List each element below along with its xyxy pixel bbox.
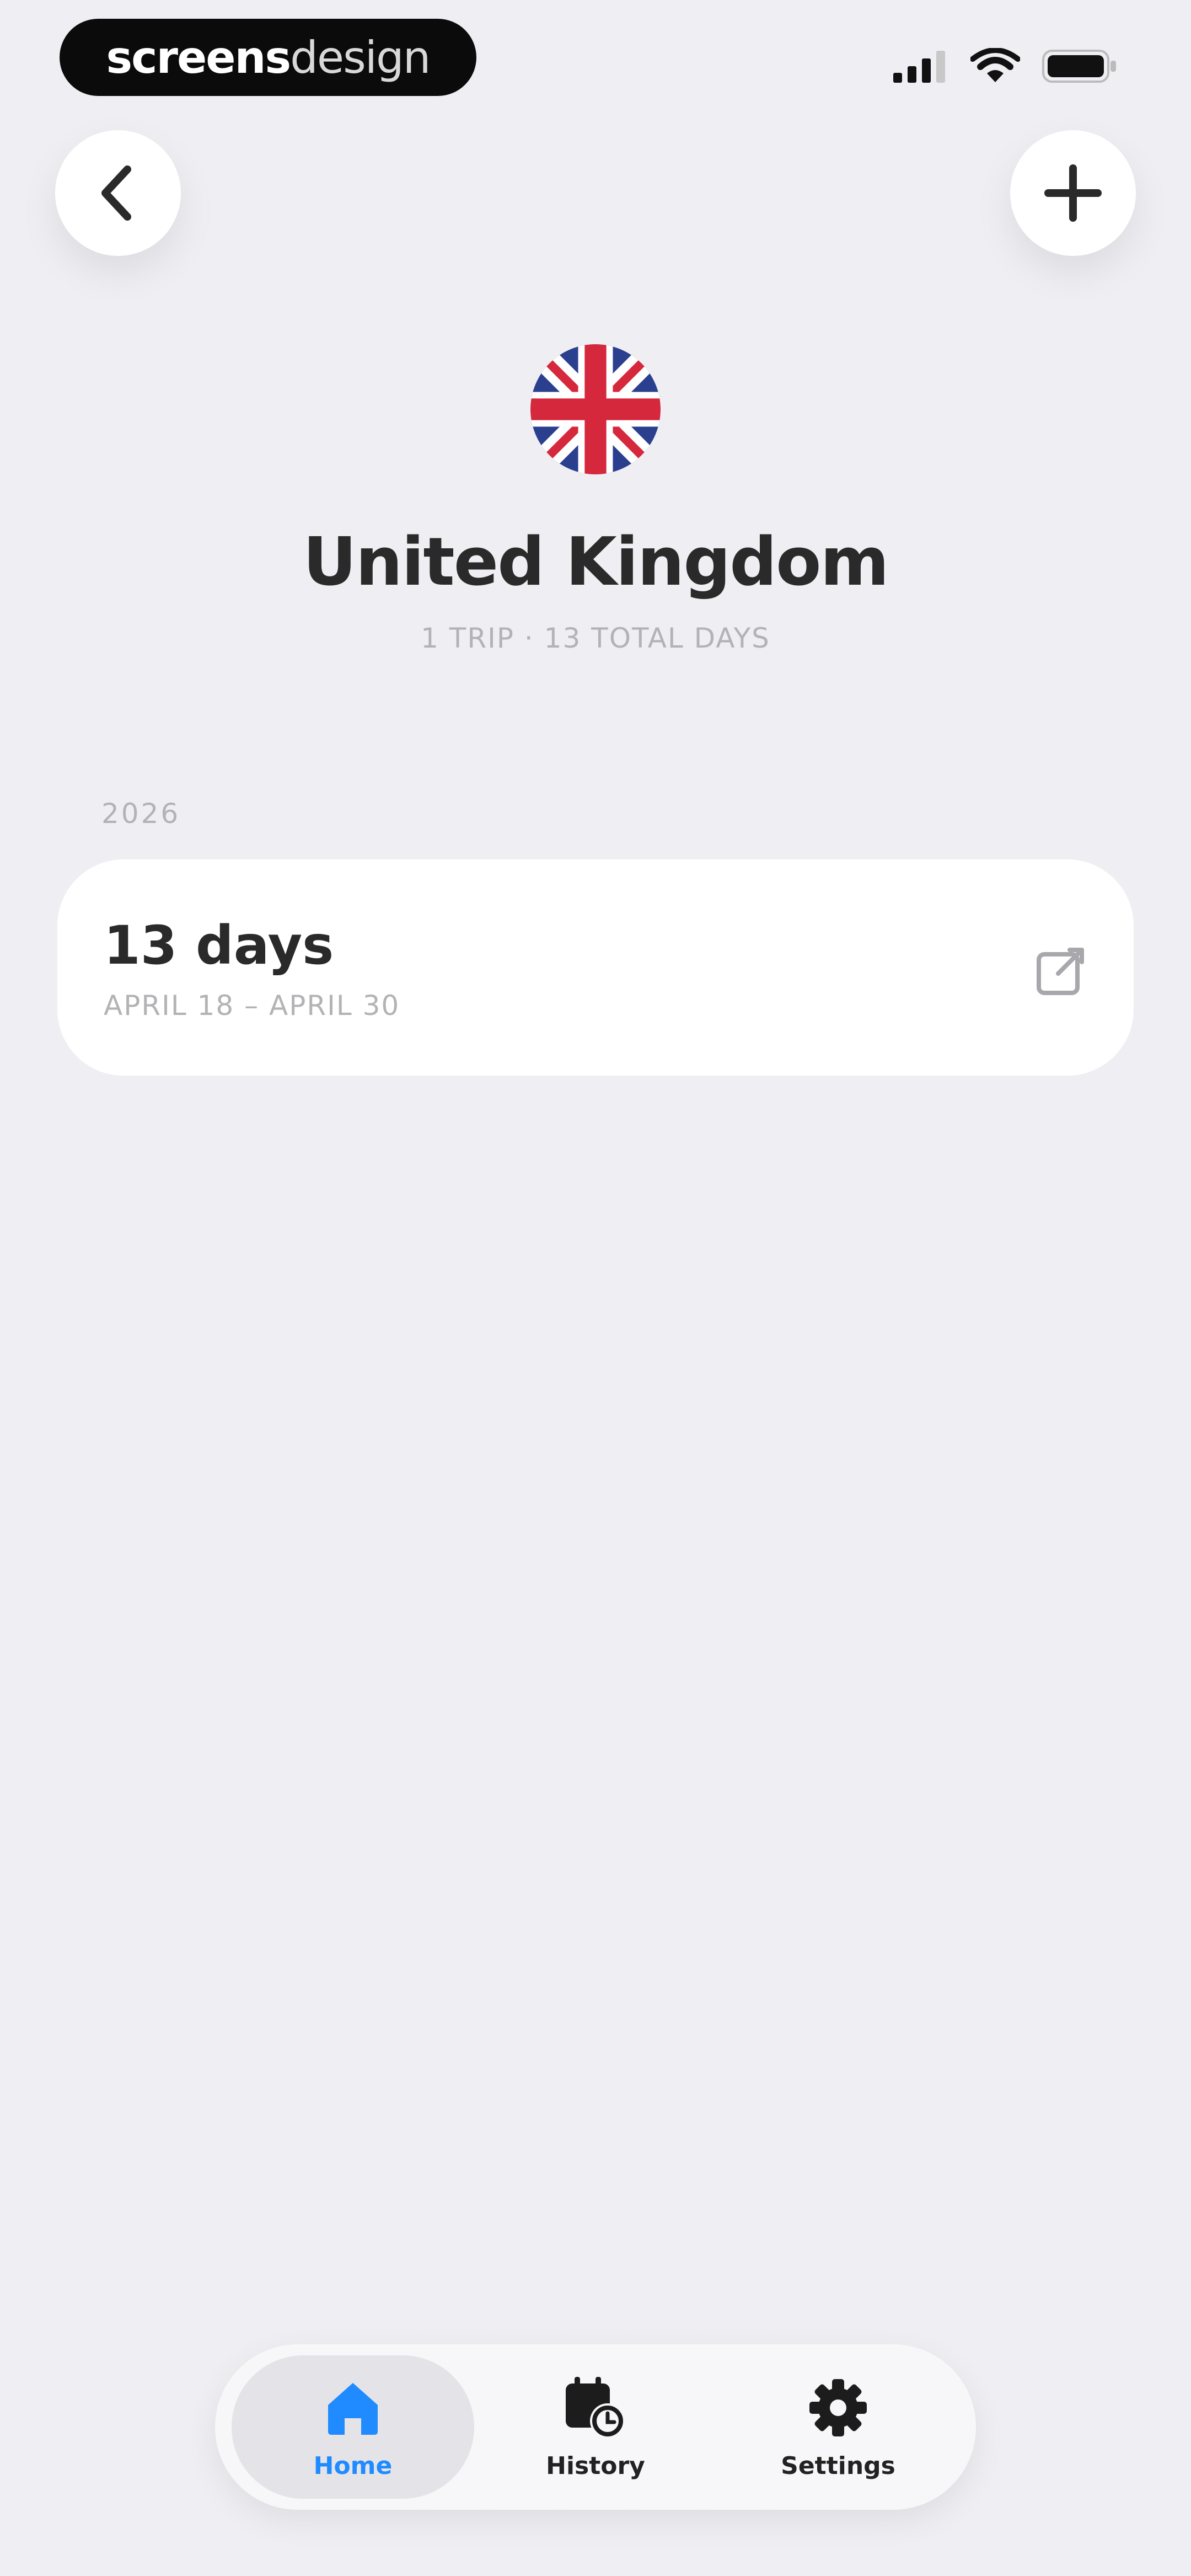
tab-home-label: Home — [313, 2451, 393, 2480]
trip-date-range: APRIL 18 – APRIL 30 — [104, 990, 400, 1022]
cellular-signal-icon — [893, 51, 945, 83]
add-trip-button[interactable] — [1010, 130, 1136, 256]
country-summary: 1 TRIP · 13 TOTAL DAYS — [421, 622, 770, 654]
trip-country-screen: screens design United Kingdom 1 TRIP · 1… — [0, 0, 1191, 2576]
battery-icon — [1042, 50, 1116, 83]
uk-flag-icon — [530, 344, 661, 474]
back-button[interactable] — [55, 130, 181, 256]
tab-history-label: History — [546, 2451, 645, 2480]
wifi-icon — [970, 48, 1020, 82]
trip-duration: 13 days — [104, 915, 334, 976]
trip-card[interactable]: 13 days APRIL 18 – APRIL 30 — [57, 859, 1134, 1076]
chevron-left-icon — [101, 165, 131, 221]
year-section-label: 2026 — [101, 798, 181, 830]
tab-bar: Home History Settings — [215, 2344, 976, 2510]
tab-history[interactable]: History — [474, 2355, 717, 2499]
home-icon — [328, 2382, 378, 2435]
calendar-clock-icon — [566, 2376, 625, 2439]
brand-watermark: screens design — [60, 19, 476, 96]
brand-part-2: design — [290, 31, 431, 83]
gear-icon — [809, 2379, 867, 2436]
tab-settings[interactable]: Settings — [717, 2355, 959, 2499]
brand-part-1: screens — [106, 31, 292, 83]
tab-settings-label: Settings — [781, 2451, 895, 2480]
status-icons — [893, 44, 1119, 88]
plus-icon — [1044, 164, 1102, 222]
edit-icon[interactable] — [1033, 943, 1088, 998]
tab-home[interactable]: Home — [232, 2355, 474, 2499]
country-title: United Kingdom — [303, 524, 889, 601]
